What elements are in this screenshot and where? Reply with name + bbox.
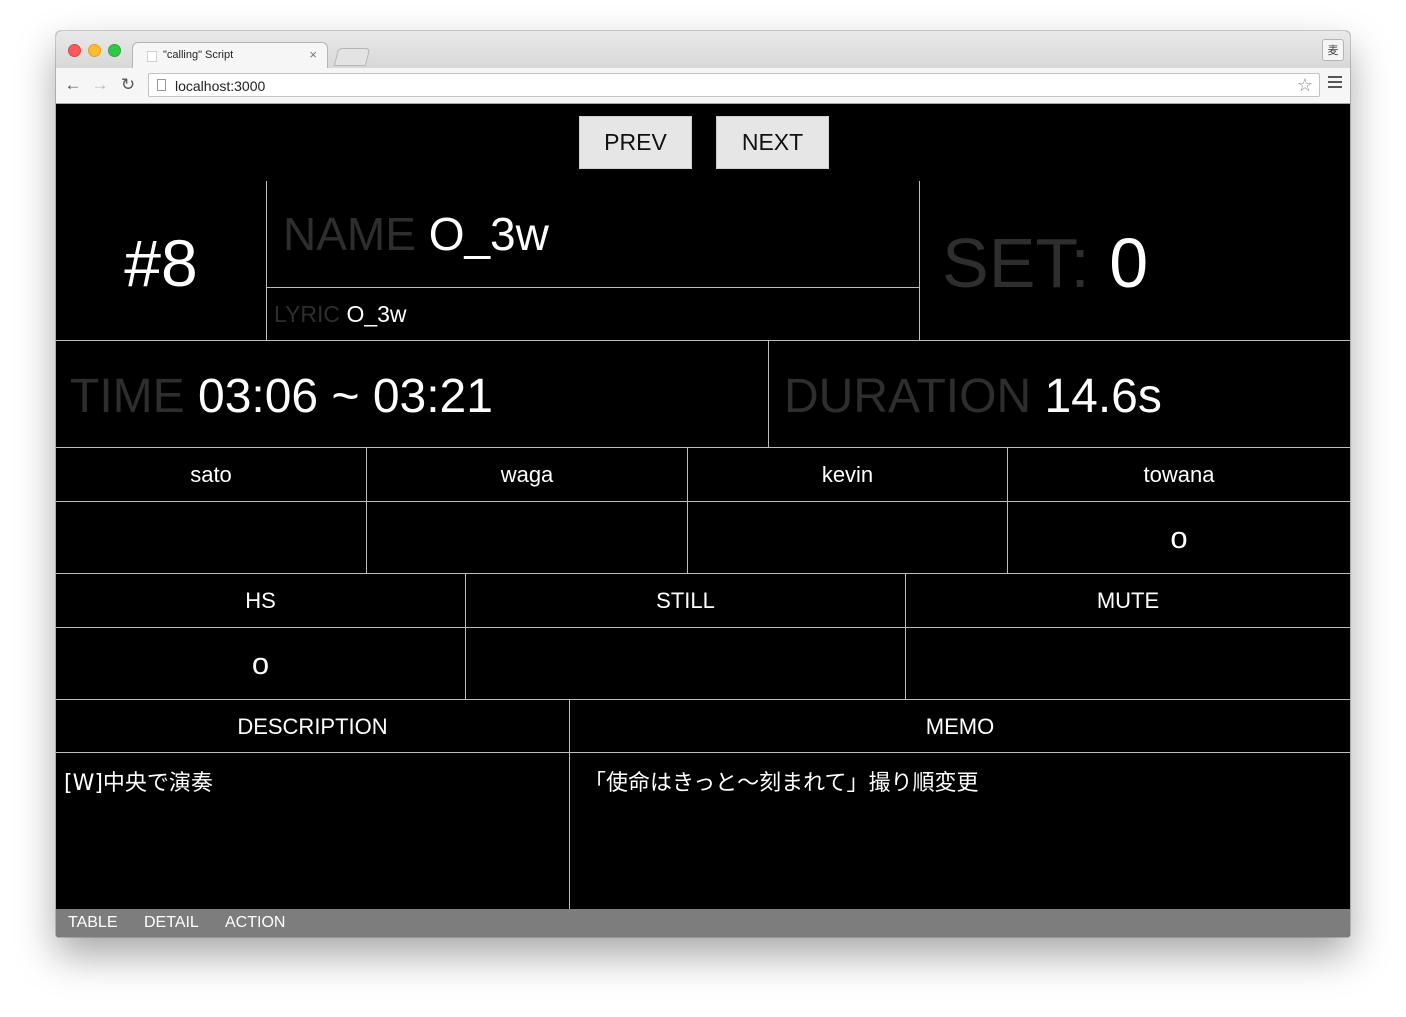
member-name: towana: [1143, 462, 1215, 487]
browser-toolbar: ← → ↻ localhost:3000 ☆: [56, 68, 1350, 104]
name-label: NAME: [283, 208, 416, 260]
set-cell: SET: 0: [920, 181, 1350, 341]
flag-name: MUTE: [1096, 588, 1160, 613]
nav-buttons: PREV NEXT: [56, 116, 1350, 169]
member-name: waga: [500, 462, 554, 487]
memo-text: 「使命はきっと〜刻まれて」撮り順変更: [584, 771, 979, 796]
flag-header-hs: HS: [56, 574, 466, 628]
address-bar[interactable]: localhost:3000 ☆: [148, 73, 1320, 97]
duration-cell: DURATION 14.6s: [769, 341, 1350, 448]
window-close-button[interactable]: [68, 44, 81, 57]
bookmark-star-icon[interactable]: ☆: [1297, 75, 1313, 96]
page-icon: [157, 79, 166, 91]
set-label: SET:: [942, 224, 1090, 302]
page-favicon-icon: [147, 51, 157, 62]
set-value: 0: [1109, 224, 1149, 302]
address-url[interactable]: localhost:3000: [175, 78, 265, 94]
member-mark: o: [1170, 520, 1188, 555]
member-mark-sato: [56, 502, 367, 574]
description-header: DESCRIPTION: [56, 700, 570, 753]
footer-link-detail[interactable]: DETAIL: [144, 914, 199, 932]
window-maximize-button[interactable]: [108, 44, 121, 57]
member-name: kevin: [821, 462, 874, 487]
footer-nav: TABLE DETAIL ACTION: [56, 909, 1350, 937]
memo-body: 「使命はきっと〜刻まれて」撮り順変更: [570, 753, 1350, 909]
flag-mark: o: [251, 646, 270, 681]
time-value: 03:06 ~ 03:21: [198, 370, 493, 423]
scene-number: #8: [124, 226, 198, 300]
footer-link-action[interactable]: ACTION: [225, 914, 285, 932]
tab-title: "calling" Script: [163, 49, 234, 61]
member-name: sato: [190, 462, 232, 487]
browser-menu-icon[interactable]: [1328, 76, 1342, 94]
flag-mark-hs: o: [56, 628, 466, 700]
lyric-label: LYRIC: [274, 301, 341, 327]
flag-header-still: STILL: [466, 574, 906, 628]
flag-name: HS: [245, 588, 276, 613]
member-header-kevin: kevin: [688, 448, 1008, 502]
reload-icon[interactable]: ↻: [117, 74, 139, 96]
flag-name: STILL: [656, 588, 715, 613]
member-header-towana: towana: [1008, 448, 1350, 502]
browser-tab[interactable]: "calling" Script ×: [132, 42, 328, 68]
member-mark-waga: [367, 502, 688, 574]
flag-mark-still: [466, 628, 906, 700]
duration-label: DURATION: [784, 370, 1032, 423]
scene-number-cell: #8: [56, 181, 267, 341]
back-arrow-icon[interactable]: ←: [62, 74, 84, 96]
member-header-sato: sato: [56, 448, 367, 502]
description-label: DESCRIPTION: [237, 714, 388, 739]
tab-close-icon[interactable]: ×: [309, 47, 317, 63]
memo-header: MEMO: [570, 700, 1350, 753]
flag-mark-mute: [906, 628, 1350, 700]
lyric-value: O_3w: [346, 301, 407, 327]
new-tab-button[interactable]: [333, 48, 371, 66]
prev-button[interactable]: PREV: [579, 116, 692, 169]
footer-link-table[interactable]: TABLE: [68, 914, 118, 932]
member-mark-towana: o: [1008, 502, 1350, 574]
window-minimize-button[interactable]: [88, 44, 101, 57]
duration-value: 14.6s: [1044, 370, 1162, 423]
flag-header-mute: MUTE: [906, 574, 1350, 628]
time-label: TIME: [70, 370, 185, 423]
member-mark-kevin: [688, 502, 1008, 574]
profile-button[interactable]: 麦: [1322, 39, 1344, 61]
memo-label: MEMO: [925, 714, 995, 739]
forward-arrow-icon[interactable]: →: [89, 74, 111, 96]
script-page: PREV NEXT #8 NAME O_3w LYRIC O_3w SET: 0: [56, 104, 1350, 937]
time-cell: TIME 03:06 ~ 03:21: [56, 341, 769, 448]
member-header-waga: waga: [367, 448, 688, 502]
lyric-cell: LYRIC O_3w: [267, 288, 920, 341]
tab-strip: "calling" Script × 麦: [56, 31, 1350, 69]
next-button[interactable]: NEXT: [716, 116, 829, 169]
description-body: [W]中央で演奏: [56, 753, 570, 909]
browser-window: "calling" Script × 麦 ← → ↻ localhost:300…: [56, 31, 1350, 937]
name-cell: NAME O_3w: [267, 181, 920, 288]
description-text: [W]中央で演奏: [64, 771, 213, 796]
name-value: O_3w: [428, 208, 549, 260]
